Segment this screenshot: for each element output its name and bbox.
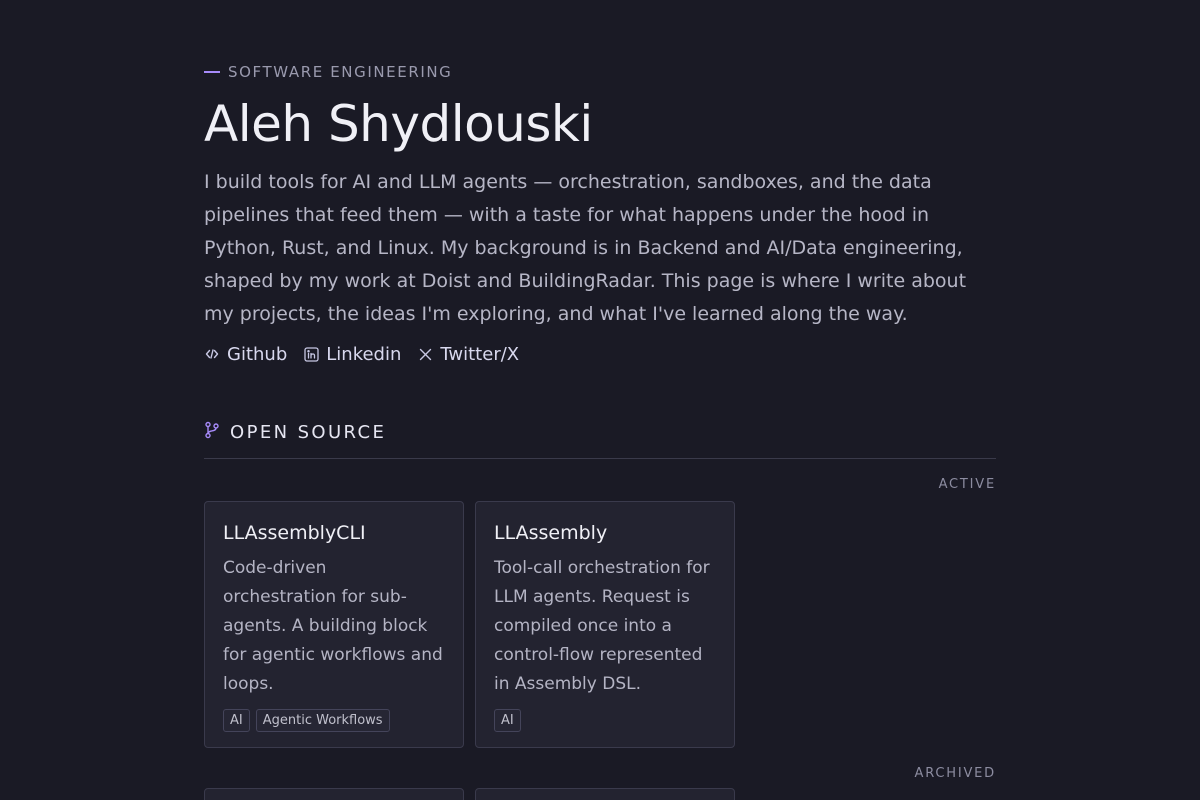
project-description: Code-driven orchestration for sub-agents… <box>223 558 443 694</box>
code-icon <box>204 346 220 362</box>
tag: AI <box>223 709 250 732</box>
section-divider <box>204 458 996 459</box>
project-description: Tool-call orchestration for LLM agents. … <box>494 558 710 694</box>
page-content: SOFTWARE ENGINEERING Aleh Shydlouski I b… <box>204 0 996 800</box>
project-cards-active: LLAssemblyCLI Code-driven orchestration … <box>204 501 996 748</box>
git-branch-icon <box>204 421 220 444</box>
twitter-link-label: Twitter/X <box>440 343 520 365</box>
project-card-llassemblycli[interactable]: LLAssemblyCLI Code-driven orchestration … <box>204 501 464 748</box>
github-link[interactable]: Github <box>204 344 287 365</box>
eyebrow: SOFTWARE ENGINEERING <box>204 62 996 82</box>
project-tags: AI Agentic Workflows <box>223 709 445 732</box>
twitter-link[interactable]: Twitter/X <box>417 344 519 365</box>
bio-text: I build tools for AI and LLM agents — or… <box>204 171 967 325</box>
linkedin-link[interactable]: Linkedin <box>303 344 401 365</box>
project-title: LLAssemblyCLI <box>223 522 366 544</box>
linkedin-icon <box>303 346 319 362</box>
tag: Agentic Workflows <box>255 709 390 732</box>
project-tags: AI <box>494 709 716 732</box>
eyebrow-text: SOFTWARE ENGINEERING <box>228 63 453 81</box>
linkedin-link-label: Linkedin <box>326 343 402 365</box>
group-label-active: ACTIVE <box>938 477 996 492</box>
project-title: LLAssembly <box>494 522 608 544</box>
section-title-text: OPEN SOURCE <box>230 421 387 443</box>
section-title: OPEN SOURCE <box>204 419 996 445</box>
page-title: Aleh Shydlouski <box>204 95 593 153</box>
project-card-llassembly[interactable]: LLAssembly Tool-call orchestration for L… <box>475 501 735 748</box>
social-links: Github Linkedin Twitter/X <box>204 341 996 367</box>
project-cards-archived <box>204 788 996 800</box>
github-link-label: Github <box>227 343 288 365</box>
project-card[interactable] <box>204 788 464 800</box>
accent-dash <box>204 71 220 73</box>
x-icon <box>417 346 433 362</box>
group-label-archived: ARCHIVED <box>914 766 996 781</box>
project-card[interactable] <box>475 788 735 800</box>
tag: AI <box>494 709 521 732</box>
